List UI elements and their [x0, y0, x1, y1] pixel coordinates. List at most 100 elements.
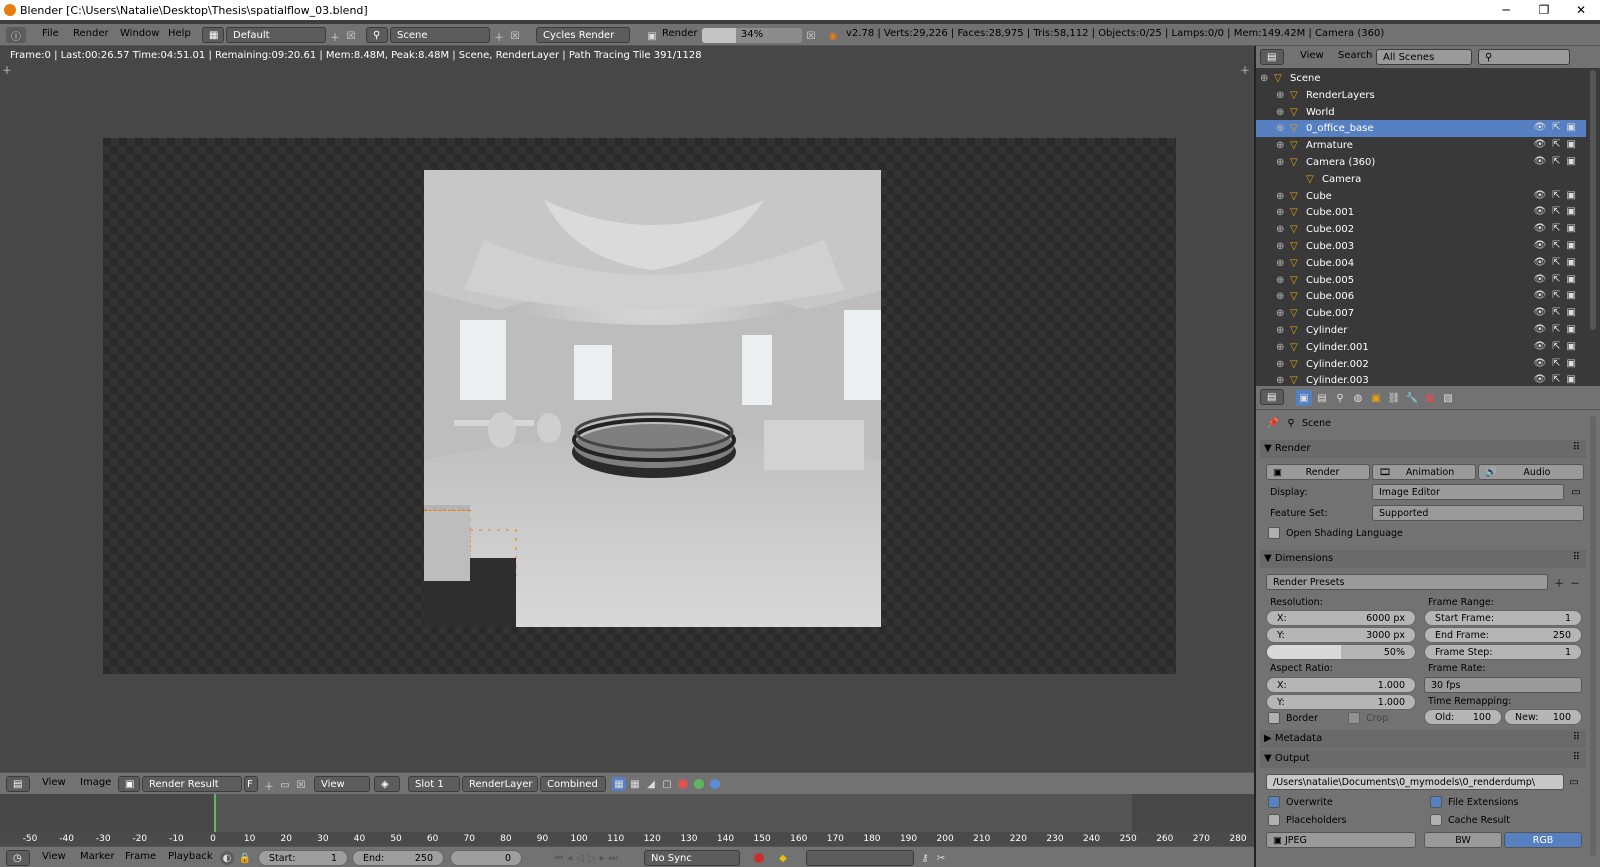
expand-toggle-icon[interactable]: ⊕ [1276, 90, 1284, 101]
border-checkbox[interactable] [1268, 712, 1280, 724]
outliner-item[interactable]: ⊕ ▽ Cube 👁⇱▣ [1256, 188, 1586, 205]
start-frame-prop-field[interactable]: Start Frame: 1 [1424, 610, 1582, 626]
expand-toggle-icon[interactable]: ⊕ [1276, 224, 1284, 235]
editor-type-icon[interactable]: ▤ [6, 776, 30, 792]
channel-red-icon[interactable] [678, 779, 688, 789]
osl-checkbox[interactable] [1268, 527, 1280, 539]
metadata-panel-header[interactable]: ▶ Metadata ⠿ [1260, 730, 1586, 748]
current-frame-field[interactable]: 0 [450, 850, 522, 866]
remove-scene-icon[interactable]: ☒ [508, 29, 522, 43]
outliner-item[interactable]: ⊕ ▽ Cylinder.001 👁⇱▣ [1256, 339, 1586, 356]
add-preset-icon[interactable]: ＋ [1552, 574, 1566, 590]
expand-toggle-icon[interactable]: ⊕ [1276, 140, 1284, 151]
outliner-item[interactable]: ⊕ ▽ World [1256, 104, 1586, 121]
properties-scrollbar[interactable] [1590, 416, 1596, 856]
aspect-y-field[interactable]: Y: 1.000 [1266, 694, 1416, 710]
object-tab-icon[interactable]: ▣ [1368, 390, 1384, 406]
visibility-toggles-icon[interactable]: 👁⇱▣ [1533, 341, 1582, 352]
add-scene-icon[interactable]: ＋ [492, 29, 506, 44]
render-still-button[interactable]: ▣ Render [1266, 464, 1370, 480]
outliner-item[interactable]: ⊕ ▽ Cube.006 👁⇱▣ [1256, 288, 1586, 305]
visibility-toggles-icon[interactable]: 👁⇱▣ [1533, 139, 1582, 150]
render-presets-selector[interactable]: Render Presets [1266, 574, 1548, 590]
properties-panel[interactable]: ▤ ▣ ▤ ⚲ ◍ ▣ ⛓ 🔧 ▦ ▧ 📌 ⚲ Scene ▼ Render ⠿ … [1254, 386, 1600, 867]
render-engine-selector[interactable]: Cycles Render [536, 27, 630, 43]
render-audio-button[interactable]: 🔊 Audio [1478, 464, 1584, 480]
fake-user-button[interactable]: F [244, 776, 258, 792]
render-tab-icon[interactable]: ▣ [1296, 390, 1312, 406]
visibility-toggles-icon[interactable]: 👁⇱▣ [1533, 290, 1582, 301]
constraints-tab-icon[interactable]: ⛓ [1386, 390, 1402, 406]
remove-preset-icon[interactable]: － [1568, 574, 1582, 590]
area-split-right-icon[interactable]: ＋ [1240, 64, 1250, 77]
outliner-display-filter[interactable]: All Scenes [1376, 49, 1472, 65]
expand-toggle-icon[interactable]: ⊕ [1276, 157, 1284, 168]
visibility-toggles-icon[interactable]: 👁⇱▣ [1533, 257, 1582, 268]
overwrite-checkbox[interactable] [1268, 796, 1280, 808]
properties-editor-icon[interactable]: ▤ [1260, 389, 1284, 405]
maximize-button[interactable]: ❐ [1525, 0, 1563, 20]
expand-toggle-icon[interactable]: ⊕ [1276, 123, 1284, 134]
outliner-item[interactable]: ⊕ ▽ Armature 👁⇱▣ [1256, 137, 1586, 154]
timeline-menu-marker[interactable]: Marker [80, 851, 115, 862]
timeline-editor-icon[interactable]: ◷ [6, 850, 30, 866]
expand-toggle-icon[interactable]: ⊕ [1276, 291, 1284, 302]
outliner-item[interactable]: ⊕ ▽ Scene [1256, 70, 1586, 87]
color-rgb-button[interactable]: RGB [1504, 832, 1582, 848]
view-mode-selector[interactable]: View [314, 776, 370, 792]
outliner-item[interactable]: ⊕ ▽ Cube.005 👁⇱▣ [1256, 272, 1586, 289]
modifiers-tab-icon[interactable]: 🔧 [1404, 390, 1420, 406]
display-alpha-icon[interactable]: ▦ [628, 777, 642, 791]
start-frame-field[interactable]: Start: 1 [258, 850, 348, 866]
file-extensions-checkbox[interactable] [1430, 796, 1442, 808]
unlink-image-icon[interactable]: ☒ [294, 778, 308, 792]
render-layers-tab-icon[interactable]: ▤ [1314, 390, 1330, 406]
visibility-toggles-icon[interactable]: 👁⇱▣ [1533, 223, 1582, 234]
channel-green-icon[interactable] [694, 779, 704, 789]
record-keyframe-icon[interactable] [754, 853, 764, 863]
display-mask-icon[interactable]: ▢ [660, 777, 674, 791]
browse-folder-icon[interactable]: ▭ [1566, 774, 1582, 790]
open-image-icon[interactable]: ▭ [278, 778, 292, 792]
expand-toggle-icon[interactable]: ⊕ [1276, 308, 1284, 319]
render-layer-selector[interactable]: RenderLayer [462, 776, 538, 792]
delete-keyframe-icon[interactable]: ✂ [934, 851, 948, 865]
menu-window[interactable]: Window [120, 28, 159, 39]
scene-selector[interactable]: Scene [390, 27, 490, 43]
expand-toggle-icon[interactable]: ⊕ [1276, 191, 1284, 202]
outliner-search-input[interactable]: ⚲ [1478, 49, 1570, 65]
render-pass-selector[interactable]: Combined [540, 776, 606, 792]
render-result-field[interactable]: Render Result [142, 776, 242, 792]
frame-step-field[interactable]: Frame Step: 1 [1424, 644, 1582, 660]
resolution-percentage-slider[interactable]: 50% [1266, 644, 1416, 660]
feature-set-selector[interactable]: Supported [1372, 505, 1584, 521]
lock-icon[interactable]: 🔒 [238, 851, 252, 865]
display-channels-rgba-icon[interactable]: ▦ [612, 777, 626, 791]
visibility-toggles-icon[interactable]: 👁⇱▣ [1533, 307, 1582, 318]
world-tab-icon[interactable]: ◍ [1350, 390, 1366, 406]
menu-view[interactable]: View [42, 777, 66, 788]
aspect-x-field[interactable]: X: 1.000 [1266, 677, 1416, 693]
expand-toggle-icon[interactable]: ⊕ [1276, 325, 1284, 336]
info-editor-icon[interactable]: ⓘ [6, 27, 26, 43]
outliner-item[interactable]: ⊕ ▽ Cube.004 👁⇱▣ [1256, 255, 1586, 272]
outliner-panel[interactable]: ▤ View Search All Scenes ⚲ ⊕ ▽ Scene ⊕ ▽ Rend… [1254, 46, 1600, 386]
cancel-render-icon[interactable]: ☒ [804, 29, 818, 43]
end-frame-prop-field[interactable]: End Frame: 250 [1424, 627, 1582, 643]
area-split-icon[interactable]: ＋ [2, 64, 12, 77]
output-panel-header[interactable]: ▼ Output ⠿ [1260, 750, 1586, 768]
visibility-toggles-icon[interactable]: 👁⇱▣ [1533, 274, 1582, 285]
expand-toggle-icon[interactable]: ⊕ [1260, 73, 1268, 84]
remap-old-field[interactable]: Old: 100 [1424, 709, 1502, 725]
visibility-toggles-icon[interactable]: 👁⇱▣ [1533, 206, 1582, 217]
sync-mode-selector[interactable]: No Sync [644, 850, 740, 866]
pin-icon[interactable]: 📌 [1266, 416, 1280, 430]
crop-checkbox[interactable] [1348, 712, 1360, 724]
outliner-item[interactable]: ⊕ ▽ 0_office_base 👁⇱▣ [1256, 120, 1586, 138]
timeline-menu-frame[interactable]: Frame [125, 851, 156, 862]
image-browse-icon[interactable]: ▣ [118, 776, 140, 792]
outliner-item[interactable]: ⊕ ▽ RenderLayers [1256, 87, 1586, 104]
visibility-toggles-icon[interactable]: 👁⇱▣ [1533, 190, 1582, 201]
visibility-toggles-icon[interactable]: 👁⇱▣ [1533, 122, 1582, 133]
insert-keyframe-icon[interactable]: ⚷ [918, 851, 932, 865]
